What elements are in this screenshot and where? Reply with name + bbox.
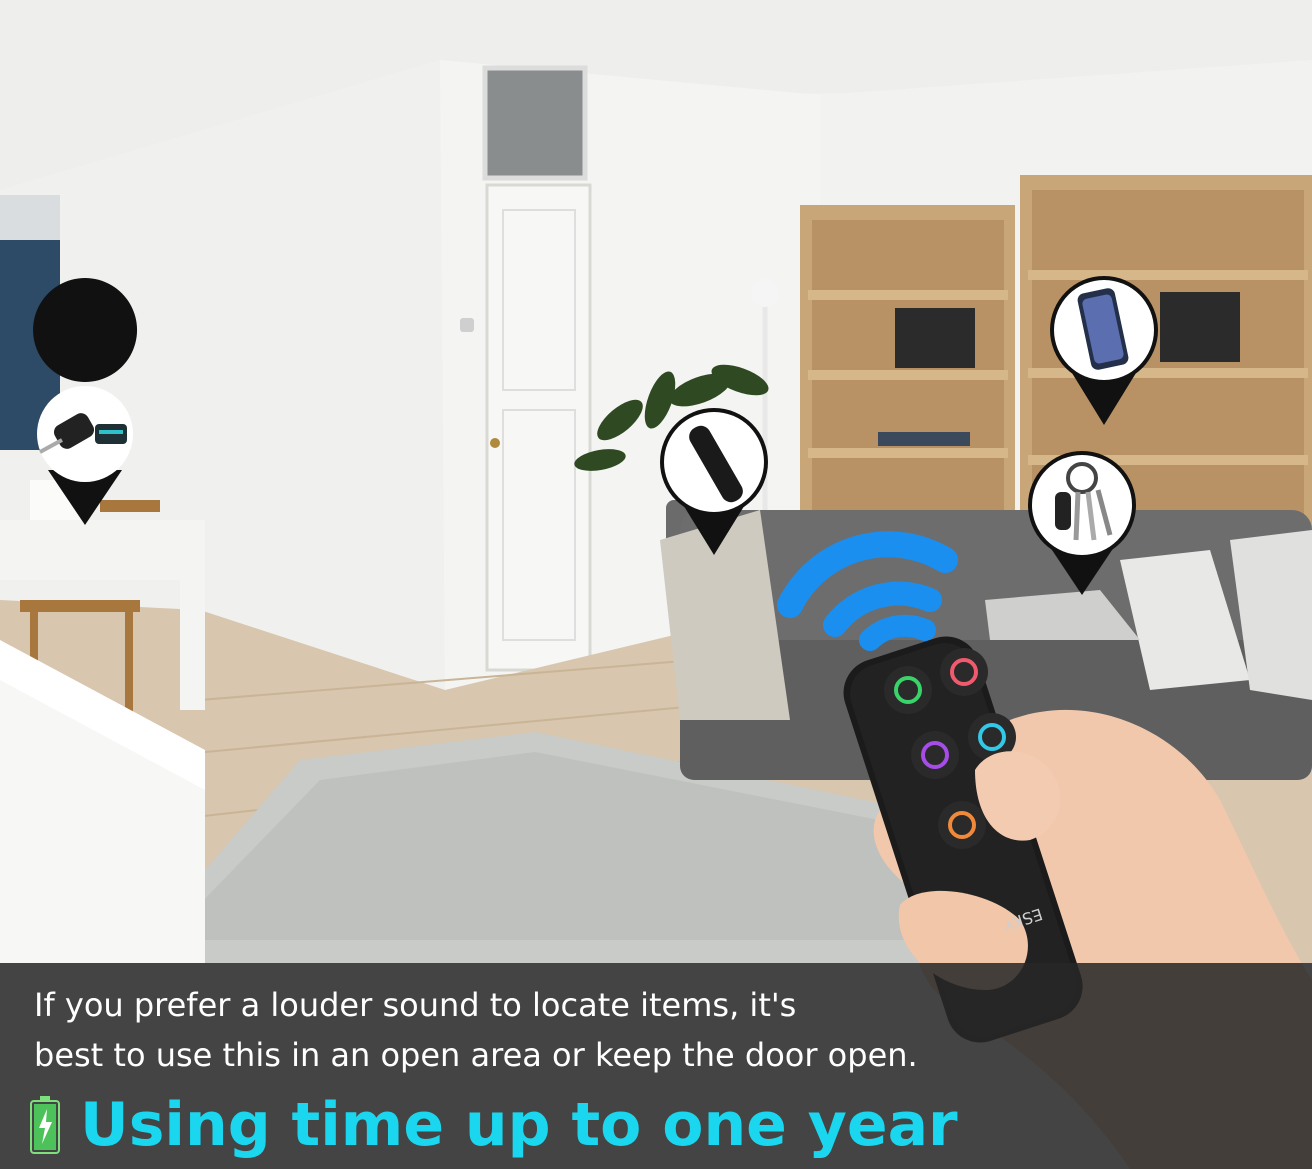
battery-icon: [30, 1096, 60, 1154]
product-photo: ESKY If you prefer a louder sound to loc…: [0, 0, 1312, 1169]
headline: Using time up to one year: [30, 1085, 958, 1165]
caption-line-1: If you prefer a louder sound to locate i…: [34, 986, 797, 1024]
caption-line-2: best to use this in an open area or keep…: [34, 1036, 918, 1074]
headline-text: Using time up to one year: [80, 1090, 958, 1160]
caption-text: If you prefer a louder sound to locate i…: [34, 980, 934, 1080]
